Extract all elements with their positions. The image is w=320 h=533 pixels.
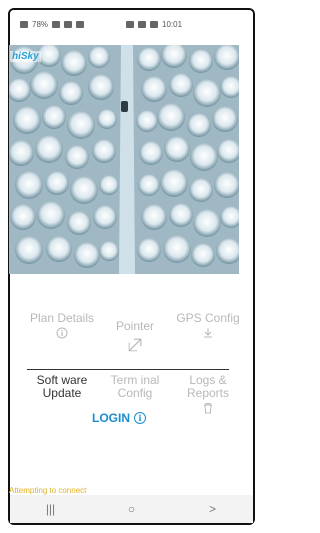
- clock: 10:01: [162, 20, 183, 29]
- menu-divider: [27, 369, 229, 370]
- home-button[interactable]: ○: [117, 502, 147, 516]
- gps-config-label: GPS Config: [176, 311, 240, 325]
- notification-icon: [126, 21, 134, 28]
- plan-details-label: Plan Details: [29, 311, 95, 325]
- signal-icon: [76, 21, 85, 28]
- battery-percent: 78%: [32, 20, 49, 29]
- status-right: 10:01: [126, 20, 182, 29]
- gallery-icon: [150, 21, 158, 28]
- pointer-label: Pointer: [115, 319, 155, 333]
- terminal-config-label: Term inal Config: [110, 373, 160, 400]
- info-icon[interactable]: i: [134, 412, 146, 424]
- status-bar: 78% 10:01: [10, 10, 253, 40]
- snowy-forest-illustration: [9, 45, 239, 274]
- back-button[interactable]: >: [198, 502, 228, 516]
- hero-image: [9, 45, 239, 274]
- recent-apps-button[interactable]: |||: [36, 502, 66, 516]
- trash-icon: [204, 403, 212, 414]
- status-left: 78%: [20, 20, 85, 29]
- download-icon: [204, 328, 212, 338]
- wifi-icon: [64, 21, 73, 28]
- software-update-button[interactable]: Soft ware Update: [26, 374, 98, 400]
- arrow-up-right-icon: [128, 338, 142, 352]
- system-navbar: ||| ○ >: [10, 495, 253, 523]
- info-icon: [56, 327, 68, 339]
- gps-config-button[interactable]: GPS Config: [172, 312, 244, 339]
- plan-details-button[interactable]: Plan Details: [26, 312, 98, 339]
- battery-icon: [20, 21, 28, 28]
- login-button[interactable]: LOGIN i: [92, 411, 146, 425]
- pointer-button[interactable]: Pointer: [99, 320, 171, 352]
- mute-icon: [52, 21, 61, 28]
- logs-reports-label: Logs & Reports: [186, 373, 230, 400]
- login-label: LOGIN: [92, 411, 130, 425]
- logs-reports-button[interactable]: Logs & Reports: [172, 374, 244, 414]
- message-icon: [138, 21, 146, 28]
- software-update-label: Soft ware Update: [36, 373, 88, 400]
- app-logo: hiSky: [10, 51, 41, 62]
- connection-status: Attempting to connect: [9, 486, 87, 495]
- terminal-config-button[interactable]: Term inal Config: [99, 374, 171, 400]
